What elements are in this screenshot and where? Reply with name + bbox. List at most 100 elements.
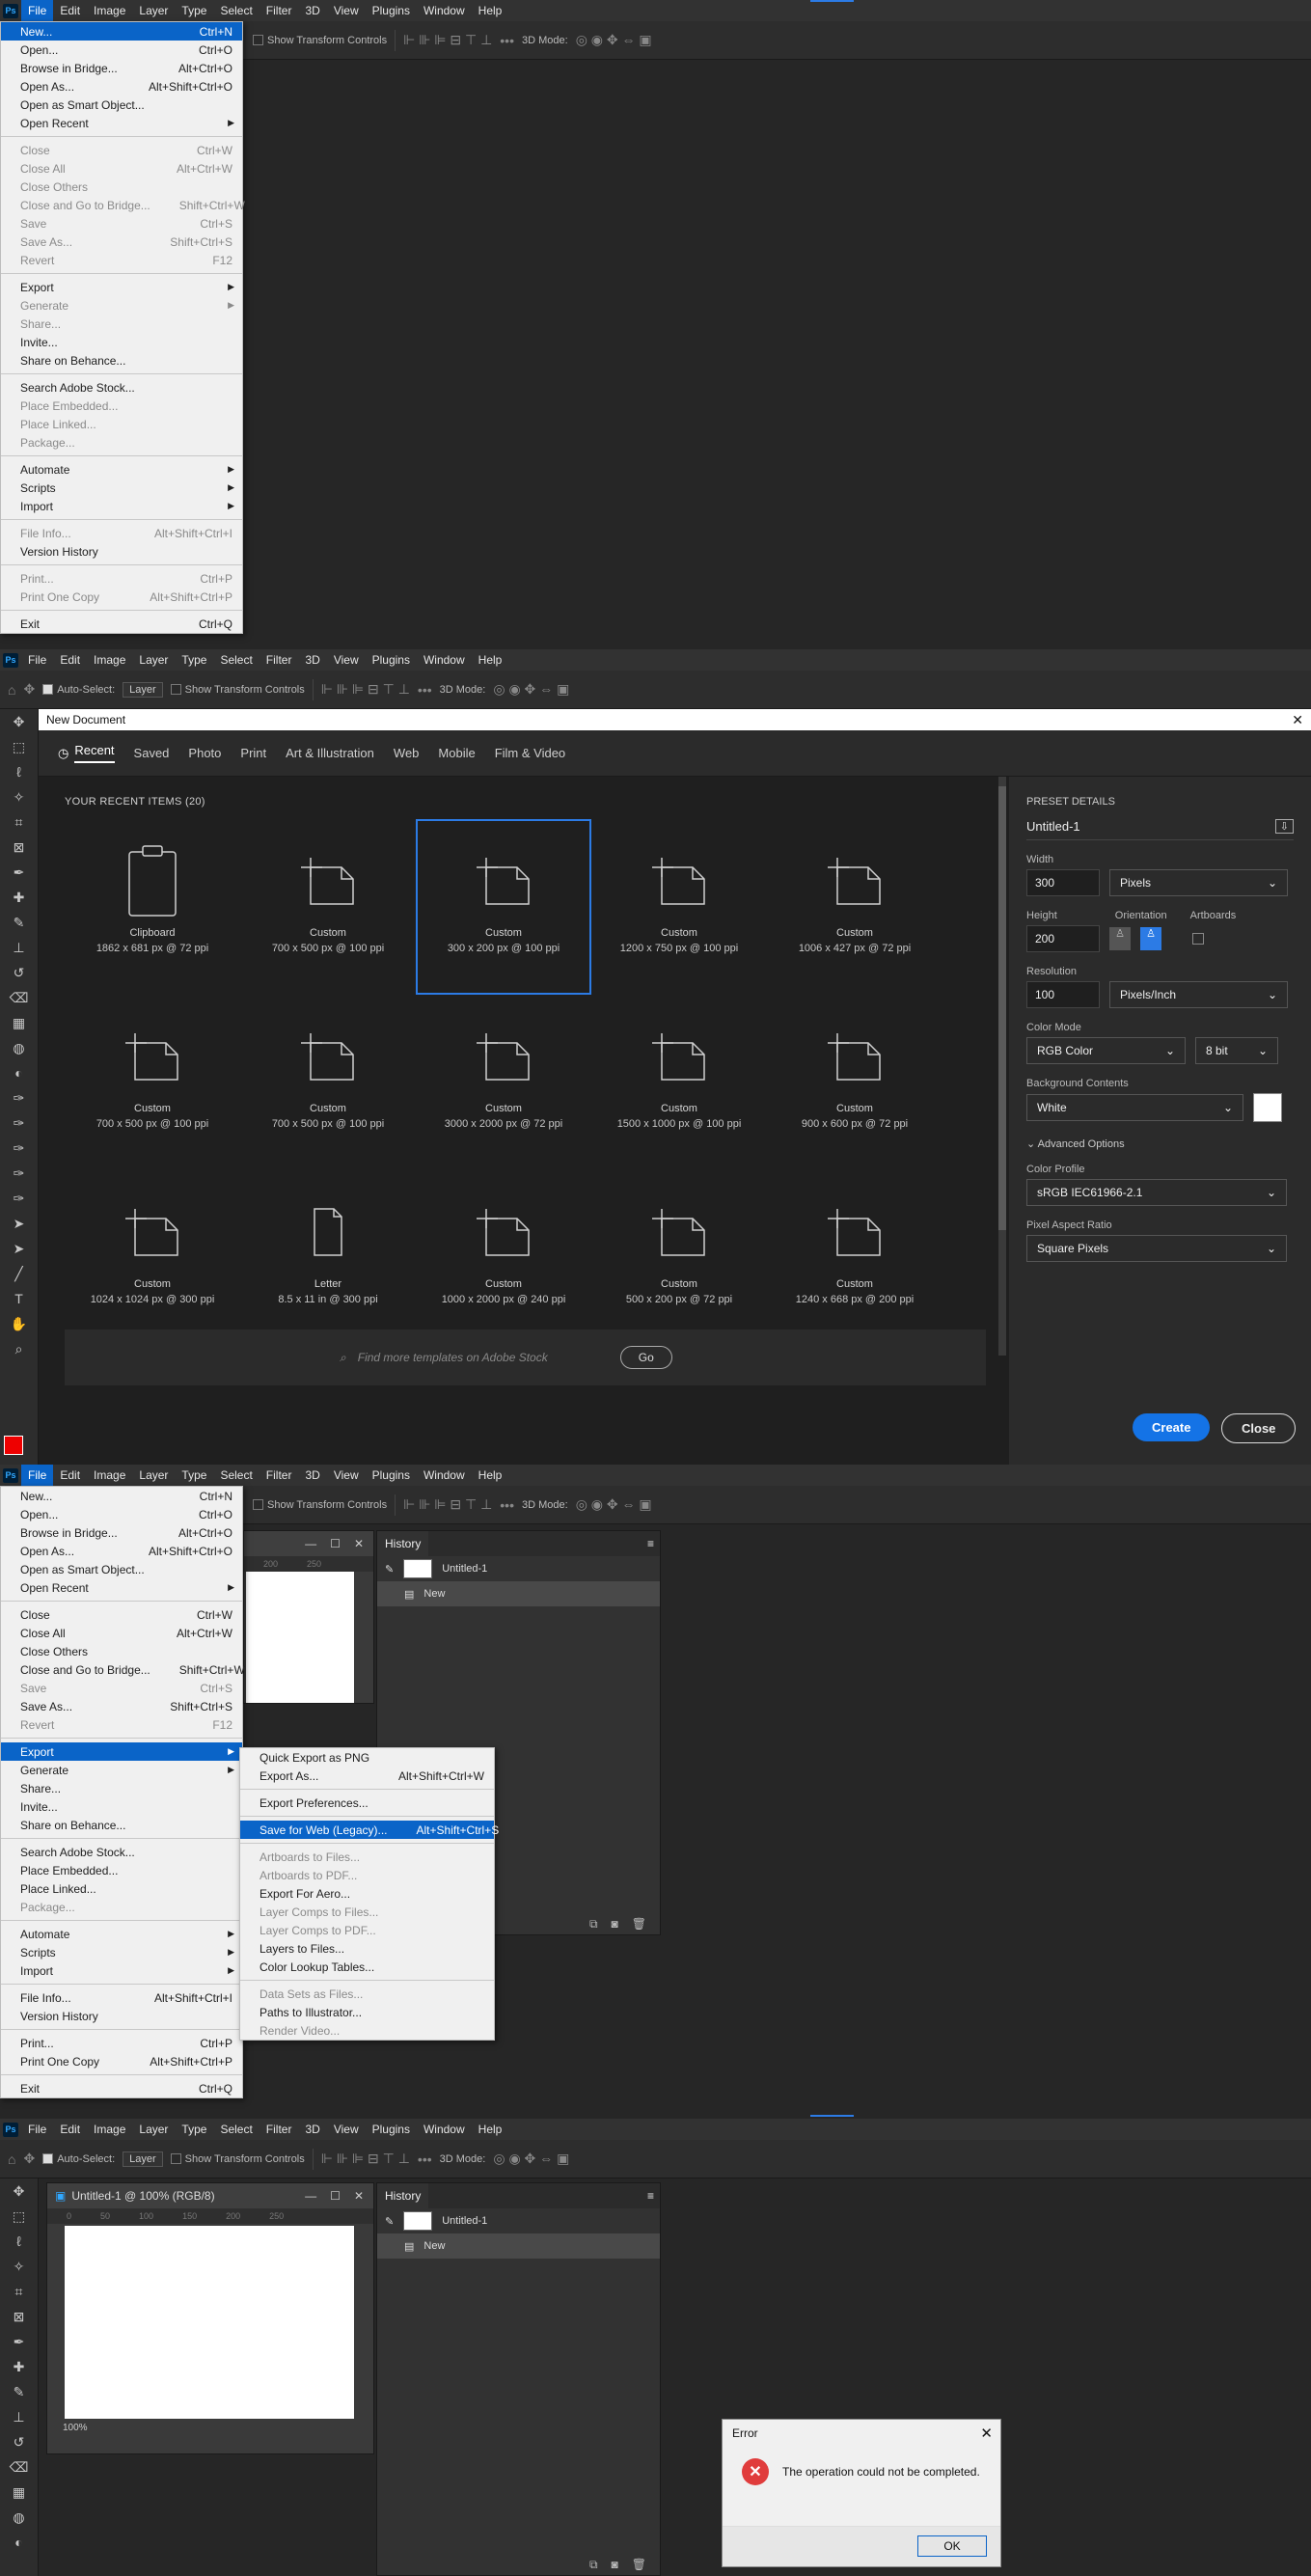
menu-item-share-on-behance[interactable]: Share on Behance... [1, 1816, 242, 1834]
recent-item[interactable]: Custom 1200 x 750 px @ 100 ppi [591, 819, 767, 995]
move-tool-icon[interactable]: ✥ [23, 2151, 35, 2167]
menu-item-share-on-behance[interactable]: Share on Behance... [1, 351, 242, 370]
minimize-icon[interactable]: — [305, 2189, 316, 2203]
menu-view[interactable]: View [327, 649, 366, 671]
advanced-options-toggle[interactable]: ⌄ Advanced Options [1026, 1137, 1294, 1150]
brush-tool-icon[interactable]: ✎ [0, 2379, 38, 2404]
more-icon[interactable]: ••• [418, 2151, 432, 2167]
menu-file[interactable]: File [21, 2119, 53, 2140]
menu-edit[interactable]: Edit [53, 1465, 87, 1486]
align-icons[interactable]: ⊩ ⊪ ⊫ ⊟ ⊤ ⊥ [321, 2151, 410, 2167]
menu-item-invite[interactable]: Invite... [1, 1797, 242, 1816]
menu-image[interactable]: Image [87, 1465, 132, 1486]
freeform-pen-icon[interactable]: ✑ [0, 1161, 38, 1186]
healing-brush-icon[interactable]: ✚ [0, 2354, 38, 2379]
menu-3d[interactable]: 3D [298, 0, 326, 21]
menu-item-open[interactable]: Open... Ctrl+O [1, 41, 242, 59]
pen-variant-icon[interactable]: ✑ [0, 1110, 38, 1136]
layer-select[interactable]: Layer [123, 681, 163, 698]
3d-tools-icons[interactable]: ◎ ◉ ✥ ⇔ ▣ [493, 2151, 569, 2167]
move-tool-icon[interactable]: ✥ [0, 2179, 38, 2204]
menu-item-export[interactable]: Export ▶ [1, 1742, 242, 1761]
menu-item-paths-to-illustrator[interactable]: Paths to Illustrator... [240, 2003, 494, 2021]
curvature-pen-icon[interactable]: ✑ [0, 1136, 38, 1161]
menu-item-open-recent[interactable]: Open Recent ▶ [1, 1578, 242, 1597]
menu-item-invite[interactable]: Invite... [1, 333, 242, 351]
clone-stamp-icon[interactable]: ⊥ [0, 935, 38, 960]
history-brush-icon[interactable]: ↺ [0, 960, 38, 985]
menu-item-search-adobe-stock[interactable]: Search Adobe Stock... [1, 378, 242, 397]
menu-item-close-and-go-to-bridge[interactable]: Close and Go to Bridge... Shift+Ctrl+W [1, 1660, 245, 1679]
artboards-checkbox[interactable] [1192, 933, 1204, 945]
gradient-icon[interactable]: ▦ [0, 1010, 38, 1035]
menu-select[interactable]: Select [213, 2119, 259, 2140]
menu-item-open-recent[interactable]: Open Recent ▶ [1, 114, 242, 132]
recent-item[interactable]: Custom 500 x 200 px @ 72 ppi [591, 1170, 767, 1346]
close-button[interactable]: Close [1221, 1413, 1297, 1443]
frame-tool-icon[interactable]: ⊠ [0, 835, 38, 860]
show-transform-checkbox[interactable]: Show Transform Controls [170, 684, 305, 696]
menu-item-scripts[interactable]: Scripts ▶ [1, 479, 242, 497]
close-icon[interactable]: ✕ [980, 2425, 1000, 2442]
menu-item-version-history[interactable]: Version History [1, 2007, 242, 2025]
document-name-field[interactable]: Untitled-1 [1026, 819, 1080, 834]
menu-plugins[interactable]: Plugins [366, 649, 417, 671]
tab-web[interactable]: Web [394, 746, 420, 760]
menu-item-new[interactable]: New... Ctrl+N [1, 22, 242, 41]
recent-item[interactable]: Custom 3000 x 2000 px @ 72 ppi [416, 995, 591, 1170]
menu-layer[interactable]: Layer [132, 0, 175, 21]
maximize-icon[interactable]: ☐ [330, 1537, 341, 1550]
auto-select-checkbox[interactable]: Auto-Select: [42, 2153, 115, 2165]
eyedropper-icon[interactable]: ✒ [0, 2329, 38, 2354]
menu-plugins[interactable]: Plugins [366, 0, 417, 21]
menu-item-close[interactable]: Close Ctrl+W [1, 1605, 242, 1624]
menu-type[interactable]: Type [175, 649, 213, 671]
menu-type[interactable]: Type [175, 2119, 213, 2140]
layer-select[interactable]: Layer [123, 2151, 163, 2167]
scrollbar[interactable] [998, 777, 1006, 1356]
background-select[interactable]: White ⌄ [1026, 1094, 1243, 1121]
menu-window[interactable]: Window [417, 1465, 472, 1486]
recent-item[interactable]: Custom 1240 x 668 px @ 200 ppi [767, 1170, 942, 1346]
go-button[interactable]: Go [619, 1346, 672, 1369]
menu-item-close-others[interactable]: Close Others [1, 1642, 242, 1660]
menu-image[interactable]: Image [87, 2119, 132, 2140]
new-document-from-state-icon[interactable]: ⧉ [589, 1917, 598, 1932]
quick-select-icon[interactable]: ✧ [0, 2254, 38, 2279]
3d-tools-icons[interactable]: ◎ ◉ ✥ ⇔ ▣ [576, 1496, 652, 1513]
3d-tools-icons[interactable]: ◎ ◉ ✥ ⇔ ▣ [576, 32, 652, 48]
menu-type[interactable]: Type [175, 1465, 213, 1486]
recent-item[interactable]: Letter 8.5 x 11 in @ 300 ppi [240, 1170, 416, 1346]
dodge-icon[interactable]: ◐ [0, 1060, 38, 1085]
recent-item[interactable]: Custom 1006 x 427 px @ 72 ppi [767, 819, 942, 995]
menu-help[interactable]: Help [472, 0, 509, 21]
menu-item-export-for-aero[interactable]: Export For Aero... [240, 1884, 494, 1903]
marquee-tool-icon[interactable]: ⬚ [0, 2204, 38, 2229]
menu-item-save-as[interactable]: Save As... Shift+Ctrl+S [1, 1697, 242, 1715]
maximize-icon[interactable]: ☐ [330, 2189, 341, 2203]
menu-item-open-as-smart-object[interactable]: Open as Smart Object... [1, 96, 242, 114]
pixel-aspect-select[interactable]: Square Pixels ⌄ [1026, 1235, 1287, 1262]
menu-item-export-as[interactable]: Export As... Alt+Shift+Ctrl+W [240, 1767, 494, 1785]
panel-menu-icon[interactable]: ≡ [647, 2189, 660, 2203]
menu-layer[interactable]: Layer [132, 2119, 175, 2140]
align-icons[interactable]: ⊩ ⊪ ⊫ ⊟ ⊤ ⊥ [321, 681, 410, 698]
menu-item-place-embedded[interactable]: Place Embedded... [1, 1861, 242, 1879]
menu-file[interactable]: File [21, 0, 54, 21]
menu-help[interactable]: Help [472, 2119, 509, 2140]
auto-select-checkbox[interactable]: Auto-Select: [42, 684, 115, 696]
landscape-orientation-icon[interactable]: ♙ [1140, 927, 1161, 950]
menu-image[interactable]: Image [87, 0, 132, 21]
menu-item-exit[interactable]: Exit Ctrl+Q [1, 615, 242, 633]
menu-type[interactable]: Type [175, 0, 213, 21]
clone-stamp-icon[interactable]: ⊥ [0, 2404, 38, 2429]
menu-3d[interactable]: 3D [298, 2119, 326, 2140]
show-transform-checkbox[interactable]: Show Transform Controls [253, 35, 387, 46]
dodge-icon[interactable]: ◐ [0, 2530, 38, 2555]
save-preset-icon[interactable]: ⇩ [1274, 819, 1294, 834]
hand-tool-icon[interactable]: ✋ [0, 1311, 38, 1336]
create-button[interactable]: Create [1133, 1413, 1211, 1441]
eraser-icon[interactable]: ⌫ [0, 985, 38, 1010]
history-state[interactable]: ▤ New [377, 2233, 660, 2259]
path-select-icon[interactable]: ➤ [0, 1211, 38, 1236]
